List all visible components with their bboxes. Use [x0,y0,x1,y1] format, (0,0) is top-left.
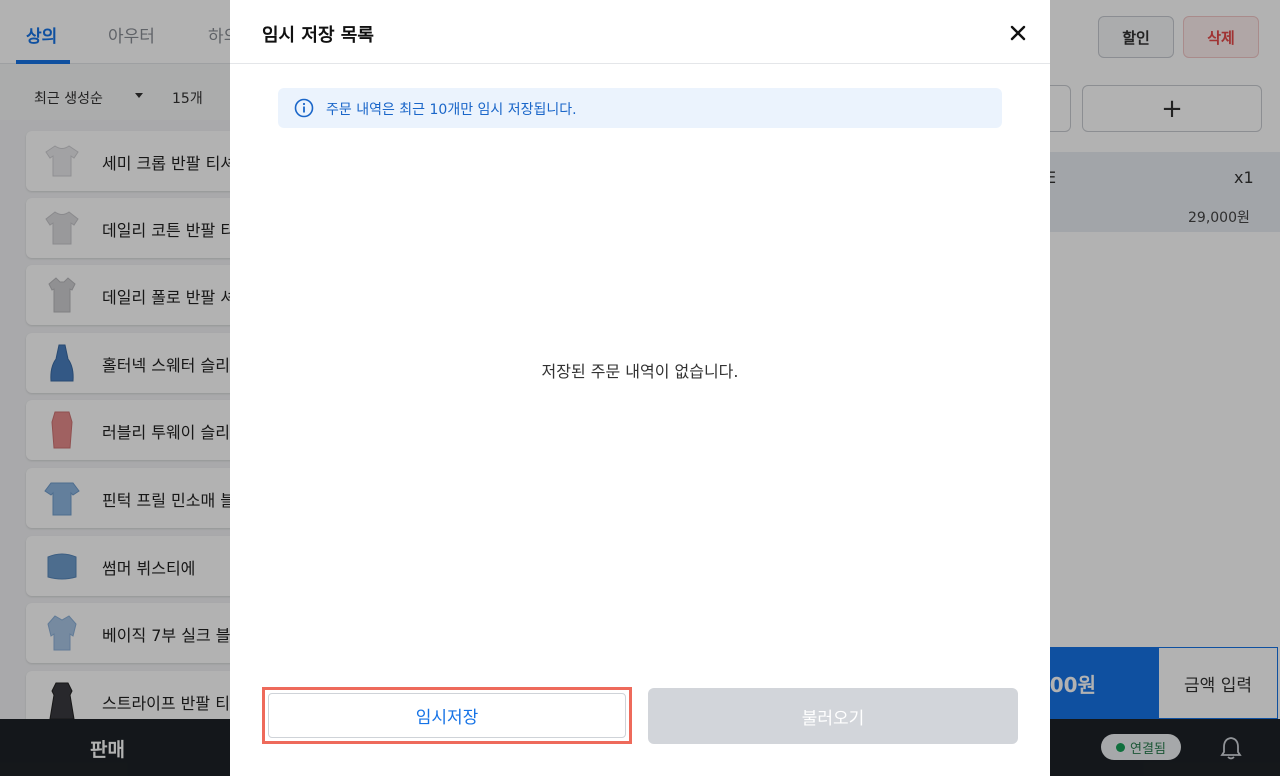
modal-title: 임시 저장 목록 [262,25,374,46]
load-button[interactable]: 불러오기 [648,688,1018,744]
temp-save-modal: 임시 저장 목록 주문 내역은 최근 10개만 임시 저장됩니다. 저장된 주문… [230,0,1050,776]
info-notice: 주문 내역은 최근 10개만 임시 저장됩니다. [278,88,1002,128]
info-icon [294,98,314,118]
temp-save-button[interactable]: 임시저장 [268,693,626,738]
empty-state-message: 저장된 주문 내역이 없습니다. [541,362,739,381]
save-button-highlight: 임시저장 [262,687,632,744]
notice-text: 주문 내역은 최근 10개만 임시 저장됩니다. [326,102,577,118]
modal-header: 임시 저장 목록 [230,0,1050,64]
close-icon[interactable] [1006,21,1030,45]
